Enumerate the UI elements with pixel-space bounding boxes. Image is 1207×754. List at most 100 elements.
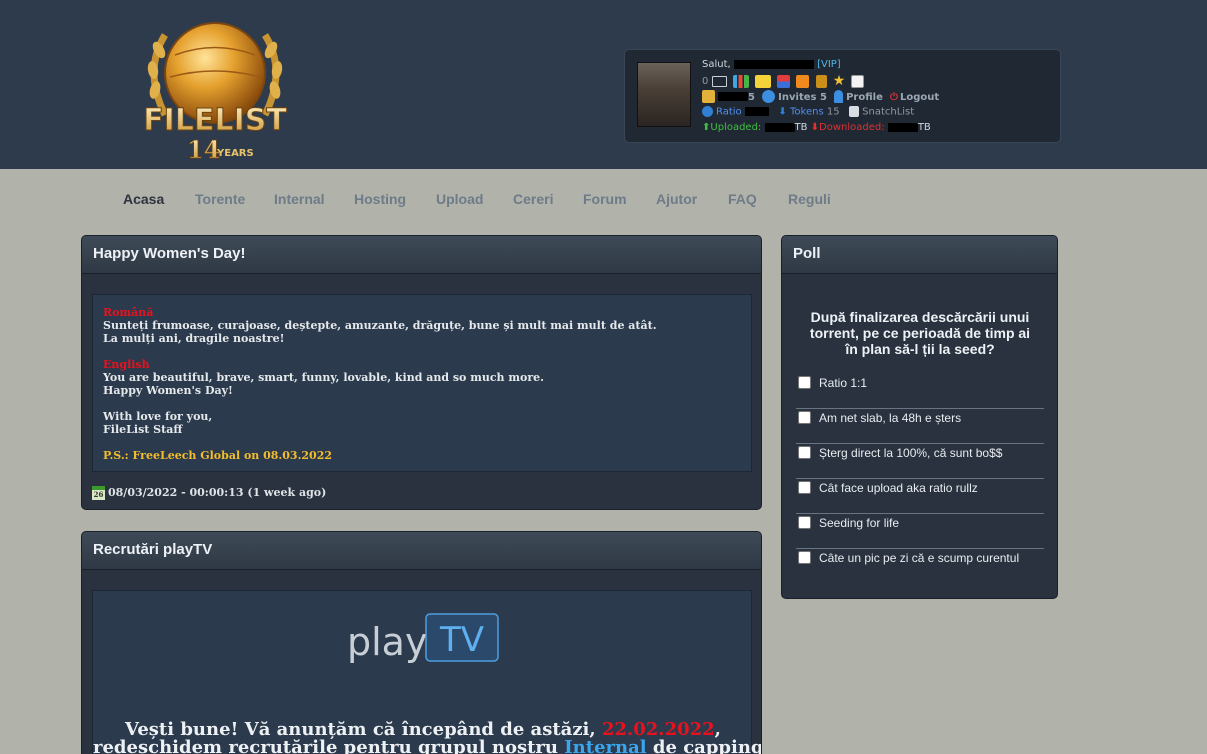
playtv-line2-end: de capping. — [646, 737, 762, 754]
nav-faq[interactable]: FAQ — [728, 191, 757, 207]
cards-icon[interactable] — [851, 74, 865, 88]
news-sign1: With love for you, — [103, 410, 213, 423]
ratio-redacted — [744, 107, 769, 116]
nav-forum[interactable]: Forum — [583, 191, 627, 207]
friends-icon[interactable] — [754, 74, 771, 88]
playtv-line2-text: redeschidem recrutările pentru grupul no… — [93, 737, 565, 754]
calendar-icon: 26 — [92, 486, 105, 500]
playtv-line2: redeschidem recrutările pentru grupul no… — [93, 737, 761, 754]
nav-upload[interactable]: Upload — [436, 191, 483, 207]
news-ro-heading: Română — [103, 306, 154, 319]
poll-option[interactable]: Câte un pic pe zi că e scump curentul — [796, 549, 1044, 584]
user-traffic-line: ⬆Uploaded: TB ⬇Downloaded: TB — [702, 122, 931, 133]
logout-link[interactable]: Logout — [900, 92, 939, 103]
user-info-panel: Salut, [VIP] 0 ★ 5 Invites 5 Profile ⏻ Lo… — [624, 49, 1061, 143]
greeting-text: Salut, — [702, 59, 731, 70]
news-title: Recrutări playTV — [82, 532, 761, 570]
poll-option-label: Ratio 1:1 — [819, 376, 868, 390]
poll-option[interactable]: Cât face upload aka ratio rullz — [796, 479, 1044, 514]
news-body: play TV Vești bune! Vă anunțăm că începâ… — [92, 590, 761, 754]
star-icon[interactable]: ★ — [833, 73, 846, 89]
news-ro-line1: Sunteți frumoase, curajoase, deștepte, a… — [103, 319, 657, 332]
nav-acasa[interactable]: Acasa — [123, 191, 164, 207]
tokens-label[interactable]: Tokens — [790, 107, 824, 118]
news-en-line2: Happy Women's Day! — [103, 384, 233, 397]
user-icon — [762, 90, 776, 103]
invites-link[interactable]: Invites 5 — [778, 92, 827, 103]
profile-icon — [834, 90, 844, 103]
user-ratio-line: Ratio ⬇ Tokens 15 SnatchList — [702, 106, 914, 118]
nav-reguli[interactable]: Reguli — [788, 191, 831, 207]
poll-option[interactable]: Seeding for life — [796, 514, 1044, 549]
nav-hosting[interactable]: Hosting — [354, 191, 406, 207]
tokens-arrow-icon: ⬇ — [778, 106, 787, 118]
poll-option-checkbox[interactable] — [798, 481, 811, 494]
poll-option-checkbox[interactable] — [798, 516, 811, 529]
user-links-line: 5 Invites 5 Profile ⏻ Logout — [702, 90, 943, 103]
snatchlist-link[interactable]: SnatchList — [862, 107, 914, 118]
poll-option-label: Șterg direct la 100%, că sunt bo$$ — [819, 446, 1003, 460]
news-title: Happy Women's Day! — [82, 236, 761, 274]
uploaded-redacted — [764, 122, 795, 132]
poll-option-checkbox[interactable] — [798, 446, 811, 459]
internal-link[interactable]: Internal — [564, 737, 646, 754]
poll-option-checkbox[interactable] — [798, 376, 811, 389]
news-date: 08/03/2022 - 00:00:13 (1 week ago) — [108, 486, 327, 499]
poll-option-label: Am net slab, la 48h e șters — [819, 411, 962, 425]
poll-option[interactable]: Șterg direct la 100%, că sunt bo$$ — [796, 444, 1044, 479]
poll-panel: Poll După finalizarea descărcării unui t… — [781, 235, 1058, 599]
poll-title: Poll — [782, 236, 1057, 274]
stats-icon[interactable] — [732, 74, 749, 88]
downloaded-redacted — [887, 122, 918, 132]
download-arrow-icon: ⬇ — [810, 122, 820, 133]
messages-count: 0 — [702, 76, 709, 87]
nav-internal[interactable]: Internal — [274, 191, 325, 207]
poll-option-label: Câte un pic pe zi că e scump curentul — [819, 551, 1020, 565]
bonus-redacted — [718, 92, 748, 101]
news-body: Română Sunteți frumoase, curajoase, deșt… — [92, 294, 752, 472]
tokens-value: 15 — [826, 106, 840, 118]
snatchlist-icon — [849, 106, 860, 117]
poll-option[interactable]: Am net slab, la 48h e șters — [796, 409, 1044, 444]
filelist-logo[interactable]: FILELIST 14 YEARS — [125, 15, 305, 164]
ratio-label: Ratio — [716, 106, 742, 118]
playtv-logo: play TV — [347, 613, 499, 663]
uploaded-unit: TB — [794, 122, 808, 133]
nav-ajutor[interactable]: Ajutor — [656, 191, 697, 207]
svg-text:play: play — [347, 620, 427, 663]
svg-text:YEARS: YEARS — [216, 148, 254, 159]
mail-icon[interactable] — [711, 75, 727, 87]
user-class-badge: [VIP] — [817, 59, 841, 70]
poll-option-checkbox[interactable] — [798, 551, 811, 564]
news-en-line1: You are beautiful, brave, smart, funny, … — [103, 371, 544, 384]
rss-icon[interactable] — [796, 74, 810, 88]
poll-option-checkbox[interactable] — [798, 411, 811, 424]
svg-text:14: 14 — [187, 135, 220, 163]
username-redacted[interactable] — [733, 59, 814, 69]
downloaded-unit: TB — [917, 122, 931, 133]
power-icon: ⏻ — [890, 91, 898, 103]
poll-option-label: Seeding for life — [819, 516, 900, 530]
uploaded-label: Uploaded: — [710, 122, 762, 133]
poll-question: După finalizarea descărcării unui torren… — [809, 309, 1031, 357]
downloaded-label: Downloaded: — [819, 122, 885, 133]
user-icons-line: 0 ★ — [702, 73, 867, 89]
news-sign2: FileList Staff — [103, 423, 183, 436]
news-en-heading: English — [103, 358, 150, 371]
nav-torente[interactable]: Torente — [195, 191, 245, 207]
trophy-icon[interactable] — [815, 74, 827, 88]
svg-text:TV: TV — [439, 620, 484, 660]
profile-link[interactable]: Profile — [846, 92, 883, 103]
site-header: FILELIST 14 YEARS Salut, [VIP] 0 ★ 5 Inv… — [0, 0, 1207, 169]
svg-text:FILELIST: FILELIST — [143, 103, 287, 138]
bookmarks-icon[interactable] — [777, 74, 791, 88]
ratio-icon — [702, 106, 713, 117]
nav-cereri[interactable]: Cereri — [513, 191, 553, 207]
news-ro-line2: La mulți ani, dragile noastre! — [103, 332, 285, 345]
poll-option[interactable]: Ratio 1:1 — [796, 374, 1044, 409]
filelist-logo-graphic: FILELIST 14 YEARS — [143, 22, 288, 164]
avatar[interactable] — [637, 62, 691, 127]
bonus-coins-icon — [702, 90, 715, 103]
news-ps: P.S.: FreeLeech Global on 08.03.2022 — [103, 449, 333, 462]
news-panel-womens-day: Happy Women's Day! Română Sunteți frumoa… — [81, 235, 762, 510]
